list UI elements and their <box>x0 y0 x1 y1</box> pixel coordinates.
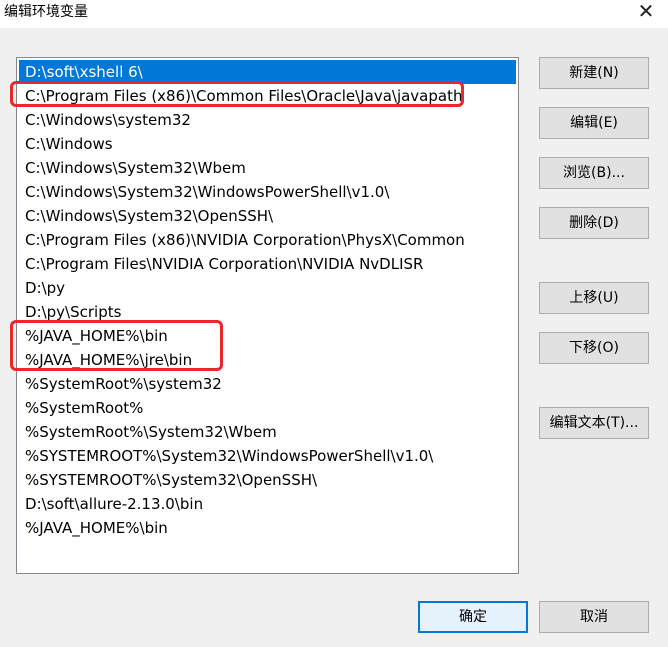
ok-button[interactable]: 确定 <box>418 601 528 633</box>
path-list-item[interactable]: C:\Program Files\NVIDIA Corporation\NVID… <box>19 252 516 276</box>
close-icon[interactable]: ✕ <box>632 0 660 24</box>
path-list-item[interactable]: %JAVA_HOME%\bin <box>19 324 516 348</box>
path-list-item[interactable]: D:\soft\xshell 6\ <box>19 60 516 84</box>
path-list-item[interactable]: %JAVA_HOME%\jre\bin <box>19 348 516 372</box>
title-bar: 编辑环境变量 ✕ <box>0 0 668 28</box>
path-list-items: D:\soft\xshell 6\ C:\Program Files (x86)\… <box>19 60 516 540</box>
cancel-button[interactable]: 取消 <box>539 601 649 633</box>
path-list-item[interactable]: C:\Windows\System32\WindowsPowerShell\v1… <box>19 180 516 204</box>
path-list-item[interactable]: D:\soft\allure-2.13.0\bin <box>19 492 516 516</box>
browse-button[interactable]: 浏览(B)... <box>539 157 649 189</box>
path-list-item[interactable]: %JAVA_HOME%\bin <box>19 516 516 540</box>
edit-button[interactable]: 编辑(E) <box>539 107 649 139</box>
path-list-item[interactable]: %SystemRoot% <box>19 396 516 420</box>
move-up-button[interactable]: 上移(U) <box>539 282 649 314</box>
path-list-item[interactable]: C:\Program Files (x86)\NVIDIA Corporatio… <box>19 228 516 252</box>
path-list-item[interactable]: C:\Windows\System32\OpenSSH\ <box>19 204 516 228</box>
edit-text-button[interactable]: 编辑文本(T)... <box>539 407 649 439</box>
path-list-item[interactable]: %SystemRoot%\system32 <box>19 372 516 396</box>
path-list-item[interactable]: %SYSTEMROOT%\System32\OpenSSH\ <box>19 468 516 492</box>
path-list-item[interactable]: %SYSTEMROOT%\System32\WindowsPowerShell\… <box>19 444 516 468</box>
path-list-item[interactable]: C:\Program Files (x86)\Common Files\Orac… <box>19 84 516 108</box>
delete-button[interactable]: 删除(D) <box>539 207 649 239</box>
new-button[interactable]: 新建(N) <box>539 57 649 89</box>
path-list-item[interactable]: %SystemRoot%\System32\Wbem <box>19 420 516 444</box>
path-list-item[interactable]: D:\py <box>19 276 516 300</box>
path-list-item[interactable]: C:\Windows\system32 <box>19 108 516 132</box>
path-list-item[interactable]: D:\py\Scripts <box>19 300 516 324</box>
dialog-title: 编辑环境变量 <box>4 4 88 20</box>
path-list-item[interactable]: C:\Windows\System32\Wbem <box>19 156 516 180</box>
path-list[interactable]: D:\soft\xshell 6\ C:\Program Files (x86)\… <box>16 57 519 574</box>
path-list-item[interactable]: C:\Windows <box>19 132 516 156</box>
move-down-button[interactable]: 下移(O) <box>539 332 649 364</box>
